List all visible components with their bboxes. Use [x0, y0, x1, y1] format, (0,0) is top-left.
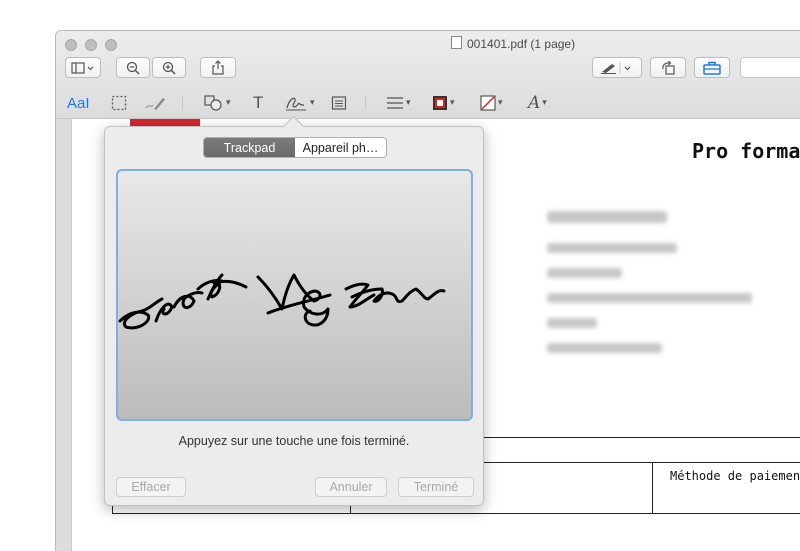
rect-selection-tool[interactable] [111, 93, 127, 113]
zoom-out-icon [126, 61, 140, 75]
toolbox-button[interactable] [694, 57, 730, 78]
share-button[interactable] [200, 57, 236, 78]
tab-camera[interactable]: Appareil ph… [295, 138, 386, 157]
document-heading: Pro forma [692, 139, 800, 163]
signature-tool[interactable]: ▾ [284, 93, 315, 113]
clear-button[interactable]: Effacer [116, 477, 186, 497]
search-input[interactable] [740, 57, 800, 78]
cancel-button[interactable]: Annuler [315, 477, 387, 497]
border-color-icon [433, 96, 447, 110]
text-selection-tool[interactable]: AaI [67, 93, 90, 113]
shapes-icon [204, 95, 222, 111]
line-style-tool[interactable]: ▾ [386, 93, 411, 113]
signature-stroke [118, 273, 446, 330]
blurred-text [547, 268, 622, 278]
payment-method-label: Méthode de paiemen [670, 469, 800, 483]
rotate-button[interactable] [650, 57, 686, 78]
table-border [652, 462, 653, 513]
signature-source-segmented: Trackpad Appareil ph… [203, 137, 387, 158]
sidebar-button[interactable] [65, 57, 101, 78]
signature-popover: Trackpad Appareil ph… Appuyez sur une to… [104, 115, 484, 506]
toolbar-separator [182, 96, 183, 110]
title-toolbar: 001401.pdf (1 page) AaI ▾ T ▾ ▾ ▾ ▾ A ▾ [56, 31, 800, 119]
fill-color-tool[interactable]: ▾ [480, 93, 503, 113]
chevron-down-icon: ▾ [406, 98, 411, 108]
close-window-button[interactable] [65, 39, 77, 51]
tab-trackpad[interactable]: Trackpad [204, 138, 295, 157]
border-color-tool[interactable]: ▾ [432, 93, 455, 113]
line-style-icon [387, 97, 403, 109]
minimize-window-button[interactable] [85, 39, 97, 51]
text-tool[interactable]: T [253, 93, 263, 113]
signature-drawing-pad[interactable] [116, 169, 473, 421]
sketch-pen-icon [145, 98, 165, 110]
sidebar-icon [71, 61, 94, 74]
blurred-text [547, 243, 677, 253]
note-tool[interactable] [331, 93, 347, 113]
share-icon [212, 60, 224, 75]
zoom-window-button[interactable] [105, 39, 117, 51]
blurred-text [547, 343, 662, 353]
chevron-down-icon: ▾ [310, 98, 315, 108]
shapes-tool[interactable]: ▾ [204, 93, 231, 113]
zoom-in-button[interactable] [152, 57, 186, 78]
pdf-document-icon [451, 36, 462, 49]
zoom-out-button[interactable] [116, 57, 150, 78]
fill-color-icon [480, 95, 496, 111]
chevron-down-icon: ▾ [498, 98, 503, 108]
rect-selection-icon [111, 95, 127, 111]
done-button[interactable]: Terminé [398, 477, 474, 497]
pen-icon [601, 61, 631, 74]
markup-toolbar: AaI ▾ T ▾ ▾ ▾ ▾ A ▾ [56, 88, 800, 118]
blurred-text [547, 211, 667, 223]
chevron-down-icon: ▾ [226, 98, 231, 108]
chevron-down-icon: ▾ [450, 98, 455, 108]
rotate-icon [662, 60, 675, 75]
signature-instruction: Appuyez sur une touche une fois terminé. [178, 434, 410, 448]
font-tool[interactable]: A ▾ [528, 93, 547, 113]
toolbox-icon [703, 61, 721, 75]
window-title: 001401.pdf (1 page) [451, 36, 575, 51]
sketch-tool[interactable] [144, 93, 166, 113]
toolbar-separator [365, 96, 366, 110]
zoom-in-icon [162, 61, 176, 75]
signature-icon [286, 97, 306, 111]
markup-toggle-button[interactable] [592, 57, 642, 78]
blurred-text [547, 293, 752, 303]
blurred-text [547, 318, 597, 328]
table-border [112, 513, 800, 514]
note-icon [331, 96, 347, 110]
chevron-down-icon: ▾ [542, 98, 547, 108]
